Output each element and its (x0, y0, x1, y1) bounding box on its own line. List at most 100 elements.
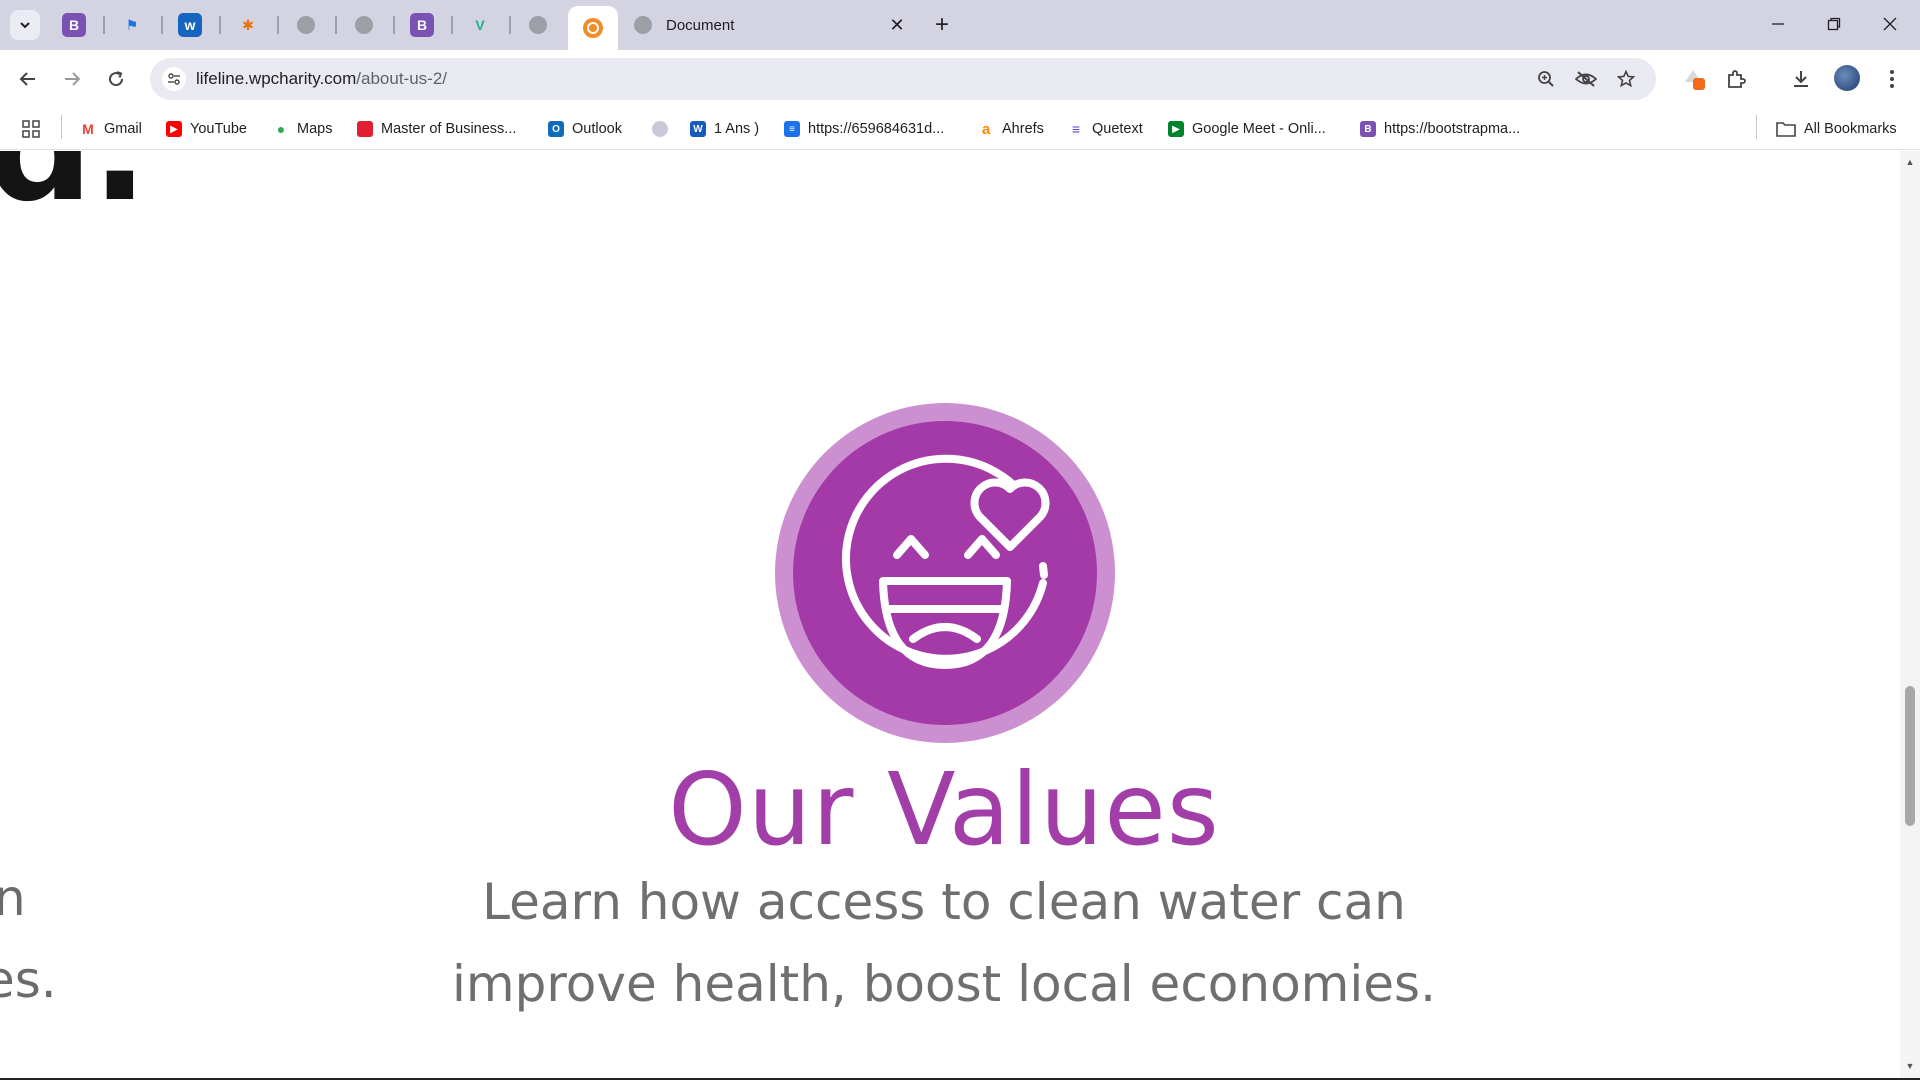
globe-icon (297, 16, 315, 34)
arrow-left-icon (19, 72, 35, 86)
site-info-icon[interactable] (162, 67, 186, 91)
folder-icon (1776, 122, 1796, 137)
section-title: Our Values (668, 751, 1220, 868)
bookmark-red-icon (357, 121, 373, 137)
side-text-fragment: es. (0, 951, 57, 1009)
docs-icon: ≡ (784, 121, 800, 137)
all-bookmarks-button[interactable]: All Bookmarks (1776, 117, 1897, 141)
bookmark-emblem[interactable] (652, 117, 676, 141)
extension-alert-icon[interactable] (1678, 63, 1710, 95)
description-line: Learn how access to clean water can (482, 873, 1406, 931)
chevron-down-icon (20, 22, 30, 29)
zoom-icon[interactable] (1534, 67, 1558, 91)
pinned-tab-flag[interactable]: ⚑ (120, 13, 144, 37)
bookmark-master-business[interactable]: Master of Business... (357, 117, 516, 141)
new-tab-button[interactable]: + (928, 10, 956, 40)
minimize-button[interactable] (1750, 0, 1806, 48)
close-window-button[interactable] (1862, 0, 1918, 48)
close-tab-icon[interactable]: ✕ (886, 14, 908, 36)
emblem-icon (652, 121, 668, 137)
browser-toolbar: lifeline.wpcharity.com/about-us-2/ (0, 50, 1920, 108)
pinned-tab-bootstrap[interactable]: B (62, 13, 86, 37)
apps-grid-icon (22, 120, 40, 138)
bookmark-youtube[interactable]: ▶ YouTube (166, 117, 247, 141)
description-line: improve health, boost local economies. (452, 955, 1436, 1013)
tab-separator (451, 16, 453, 34)
tab-separator (393, 16, 395, 34)
bookmark-ahrefs[interactable]: a Ahrefs (978, 117, 1044, 141)
tune-icon (168, 73, 180, 85)
tab-separator (161, 16, 163, 34)
url-host: lifeline.wpcharity.com (196, 69, 357, 88)
restore-icon (1827, 17, 1841, 31)
bookmarks-divider (61, 115, 62, 139)
url-text[interactable]: lifeline.wpcharity.com/about-us-2/ (196, 69, 447, 89)
pinned-tab-globe-3[interactable] (526, 13, 550, 37)
tab-separator (103, 16, 105, 34)
tab-separator (277, 16, 279, 34)
word-icon: W (690, 121, 706, 137)
tab-document[interactable]: Document ✕ (628, 8, 914, 42)
globe-icon (355, 16, 373, 34)
globe-icon (634, 16, 652, 34)
side-text-fragment: n (0, 869, 26, 927)
tab-separator (335, 16, 337, 34)
back-button[interactable] (12, 63, 44, 95)
pinned-tab-globe-2[interactable] (352, 13, 376, 37)
tab-separator (509, 16, 511, 34)
gmail-icon: M (80, 121, 96, 137)
pinned-tab-w-app[interactable]: w (178, 13, 202, 37)
minimize-icon (1772, 23, 1784, 25)
google-meet-icon: ▶ (1168, 121, 1184, 137)
apps-grid-button[interactable] (22, 117, 40, 141)
bookmark-quetext[interactable]: ≡ Quetext (1068, 117, 1143, 141)
address-bar[interactable]: lifeline.wpcharity.com/about-us-2/ (150, 58, 1656, 100)
tab-separator (219, 16, 221, 34)
bookmark-bootstrap[interactable]: Bhttps://bootstrapma... (1360, 117, 1520, 141)
extensions-puzzle-icon[interactable] (1720, 63, 1752, 95)
eye-off-icon[interactable] (1574, 67, 1598, 91)
scroll-up-icon[interactable]: ▲ (1905, 157, 1915, 167)
url-path: /about-us-2/ (356, 69, 448, 88)
star-icon[interactable] (1614, 67, 1638, 91)
reload-icon (109, 71, 124, 87)
tab-search-button[interactable] (10, 10, 40, 40)
bookmarks-bar: M Gmail ▶ YouTube ● Maps Master of Business… (0, 108, 1920, 150)
bookmark-google-meet[interactable]: ▶ Google Meet - Onli... (1168, 117, 1326, 141)
scrollbar-thumb[interactable] (1905, 686, 1915, 826)
quetext-icon: ≡ (1068, 121, 1084, 137)
heading-fragment: d. (0, 151, 148, 235)
bootstrap-icon: B (1360, 121, 1376, 137)
site-logo-icon (583, 18, 603, 38)
page-scrollbar[interactable]: ▲ ▼ (1900, 151, 1920, 1080)
scroll-down-icon[interactable]: ▼ (1905, 1061, 1915, 1071)
bookmark-word[interactable]: W1 Ans ) (690, 117, 759, 141)
ahrefs-icon: a (978, 121, 994, 138)
restore-button[interactable] (1806, 0, 1862, 48)
maps-pin-icon: ● (273, 121, 289, 137)
bookmark-gmail[interactable]: M Gmail (80, 117, 142, 141)
forward-button[interactable] (56, 63, 88, 95)
close-icon (1883, 17, 1897, 31)
tab-strip: B ⚑ w ✱ B V Document ✕ + (0, 0, 1920, 50)
outlook-icon: O (548, 121, 564, 137)
tab-active-site[interactable] (568, 6, 618, 50)
pinned-tab-bootstrap-2[interactable]: B (410, 13, 434, 37)
profile-avatar[interactable] (1834, 65, 1860, 91)
bookmarks-divider (1756, 115, 1757, 139)
bookmark-maps[interactable]: ● Maps (273, 117, 332, 141)
pinned-tab-multi[interactable]: ✱ (236, 13, 260, 37)
tab-title: Document (666, 16, 735, 34)
download-icon[interactable] (1785, 63, 1817, 95)
pinned-tab-vue[interactable]: V (468, 13, 492, 37)
section-description: Learn how access to clean water can impr… (444, 861, 1444, 1025)
menu-kebab-icon[interactable] (1876, 63, 1908, 95)
page-viewport: d. n es. Our Values Learn how access to … (0, 151, 1900, 1080)
bookmark-docs-link[interactable]: ≡ https://659684631d... (784, 117, 944, 141)
youtube-icon: ▶ (166, 121, 182, 137)
pinned-tab-globe[interactable] (294, 13, 318, 37)
globe-icon (529, 16, 547, 34)
bookmark-outlook[interactable]: O Outlook (548, 117, 622, 141)
reload-button[interactable] (100, 63, 132, 95)
smiling-face-with-heart-icon (775, 403, 1115, 743)
